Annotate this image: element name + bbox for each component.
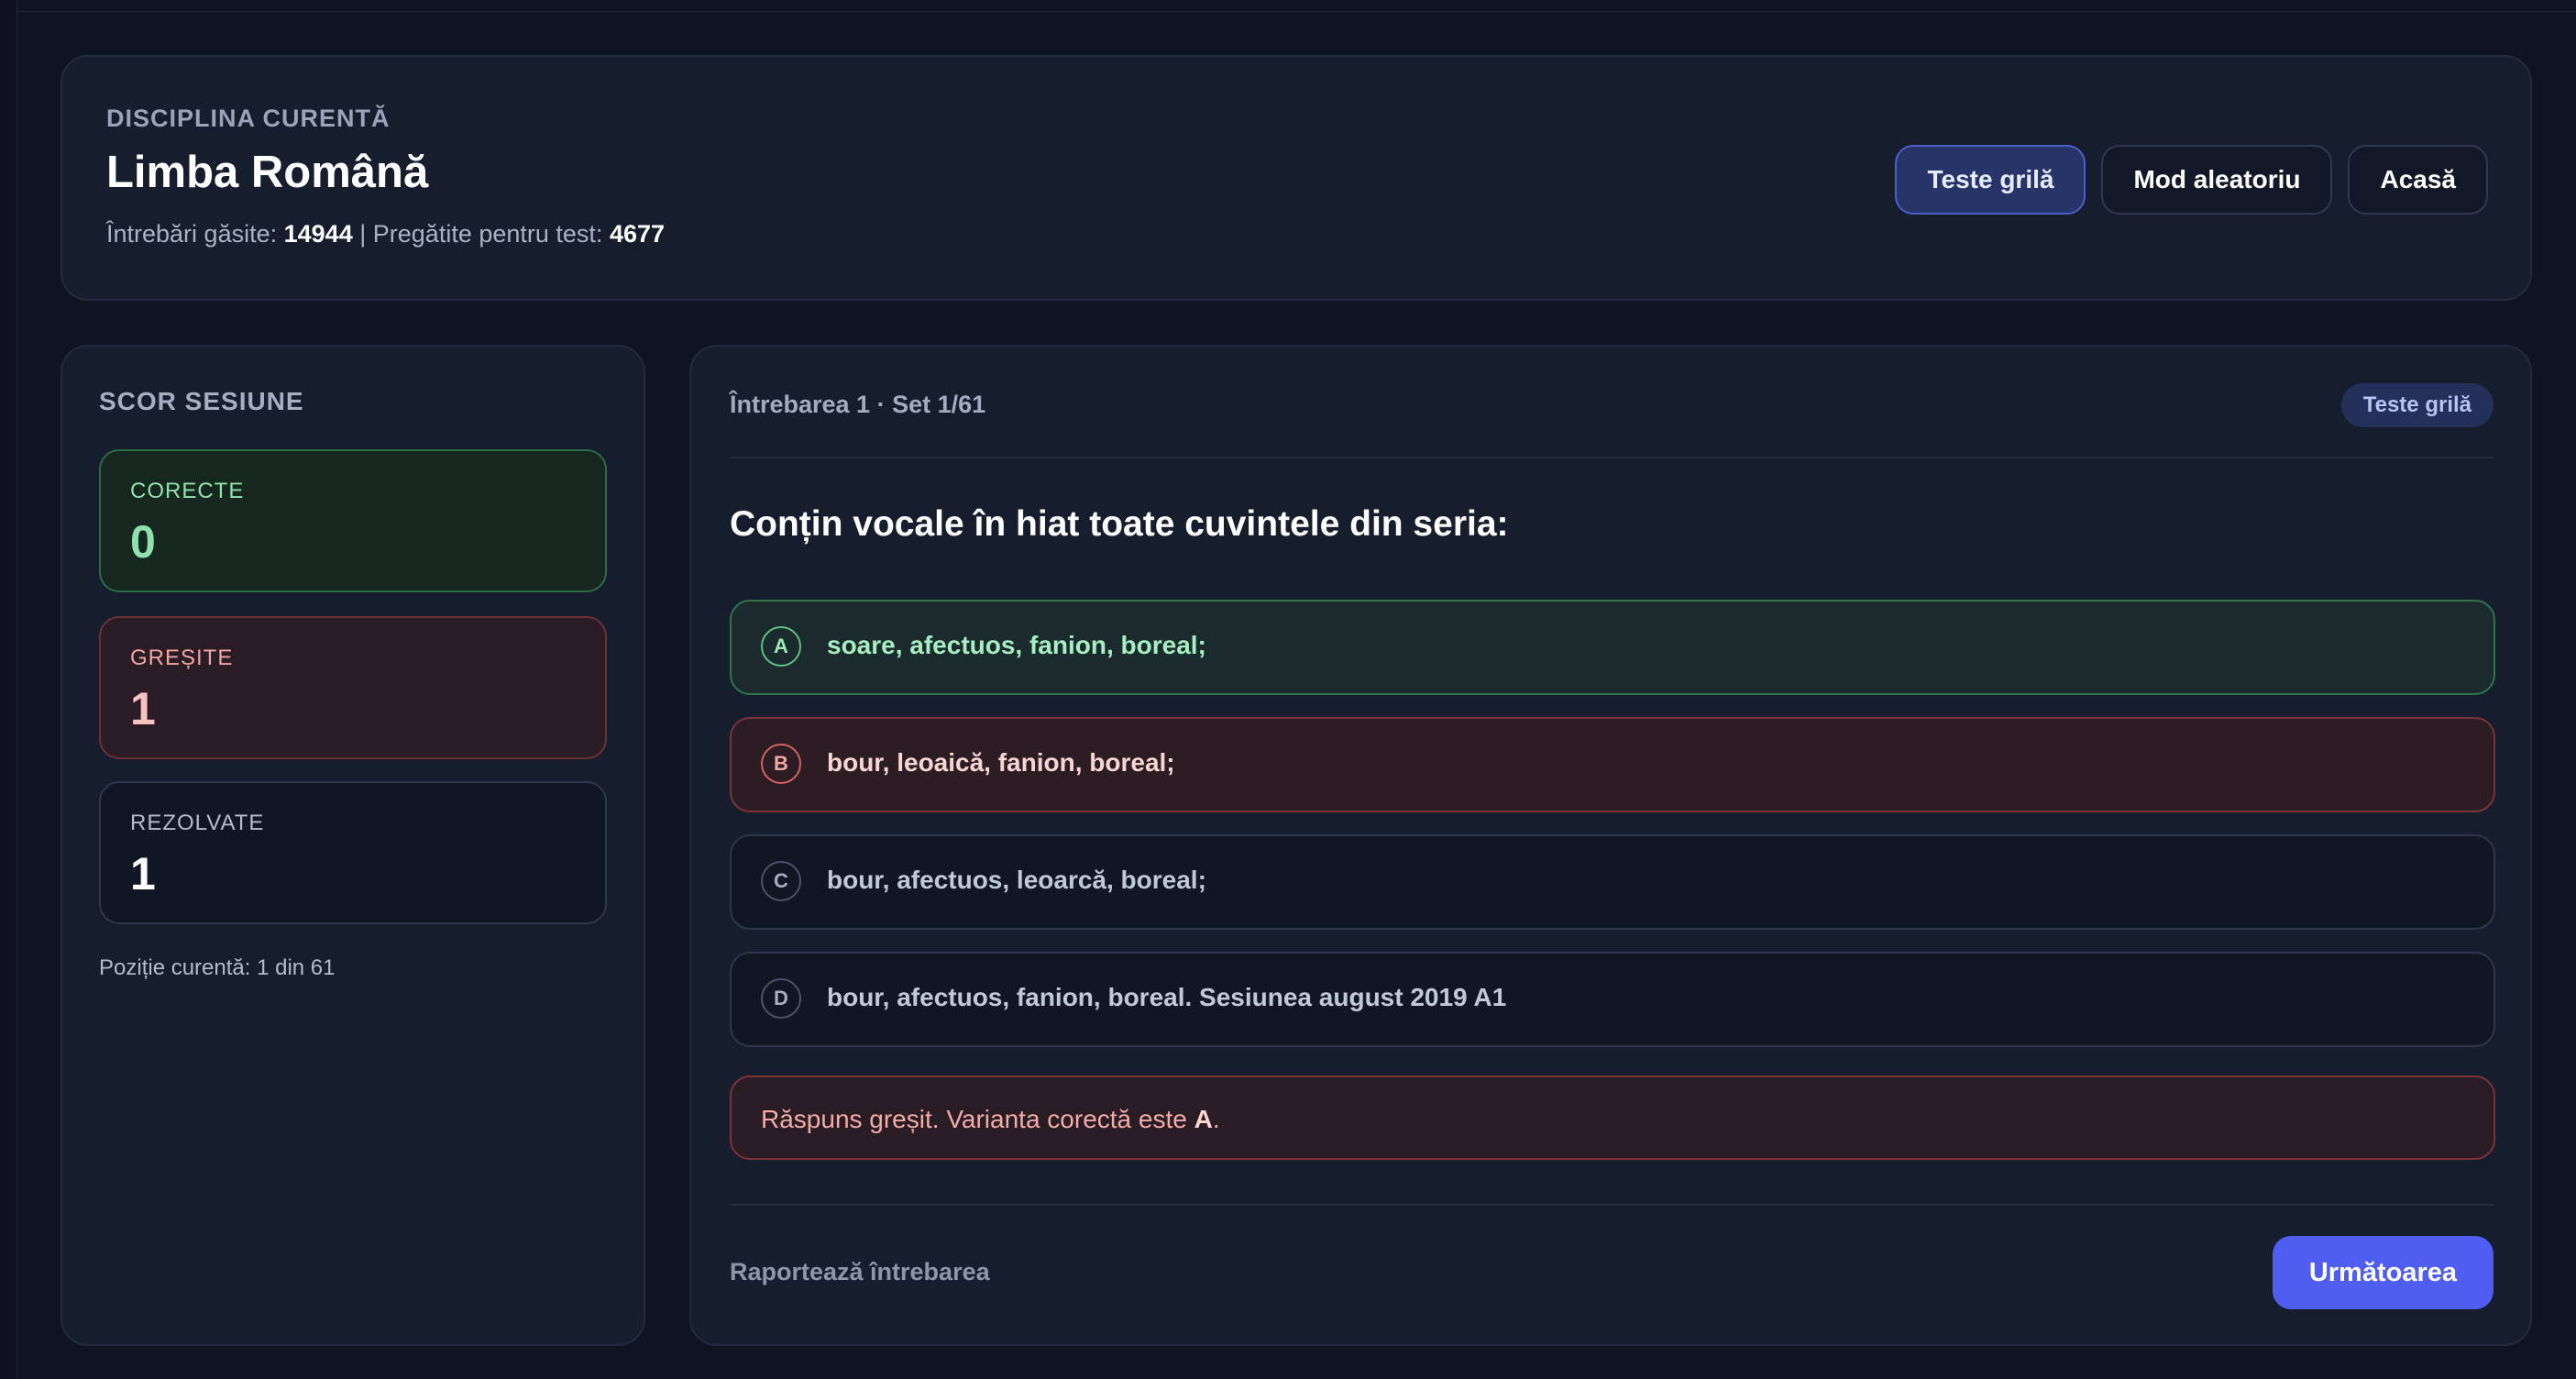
option-letter-c: C: [761, 861, 801, 901]
discipline-eyebrow: DISCIPLINA CURENTĂ: [106, 105, 391, 132]
window-left-edge: [0, 0, 17, 1379]
ready-label: Pregătite pentru test:: [372, 220, 603, 248]
wrong-label: GREȘITE: [130, 645, 234, 670]
option-text-a: soare, afectuos, fanion, boreal;: [827, 631, 1206, 659]
found-value: 14944: [283, 220, 353, 248]
current-position: Poziție curentă: 1 din 61: [99, 955, 336, 980]
wrong-count-box: GREȘITE 1: [99, 616, 607, 759]
footer-divider: [730, 1204, 2493, 1206]
stats-separator: |: [359, 220, 367, 248]
grid-tests-button[interactable]: Teste grilă: [1895, 145, 2086, 215]
question-card: Întrebarea 1 · Set 1/61 Teste grilă Conț…: [689, 345, 2532, 1346]
solved-label: REZOLVATE: [130, 811, 265, 835]
question-meta: Întrebarea 1 · Set 1/61: [730, 391, 986, 418]
wrong-value: 1: [130, 683, 156, 734]
found-label: Întrebări găsite:: [106, 220, 278, 248]
answer-option-d[interactable]: D bour, afectuos, fanion, boreal. Sesiun…: [730, 952, 2495, 1047]
solved-count-box: REZOLVATE 1: [99, 781, 607, 924]
answer-option-b[interactable]: B bour, leoaică, fanion, boreal;: [730, 717, 2495, 812]
question-divider: [730, 457, 2493, 458]
answer-feedback: Răspuns greșit. Varianta corectă este A.: [730, 1076, 2495, 1160]
score-title: SCOR SESIUNE: [99, 387, 304, 415]
discipline-header-card: DISCIPLINA CURENTĂ Limba Română Întrebăr…: [61, 55, 2532, 301]
window-top-edge: [17, 0, 2576, 12]
option-text-c: bour, afectuos, leoarcă, boreal;: [827, 866, 1206, 894]
discipline-title: Limba Română: [106, 148, 429, 197]
correct-label: CORECTE: [130, 479, 245, 503]
mode-buttons: Teste grilă Mod aleatoriu Acasă: [1895, 145, 2488, 215]
random-mode-button[interactable]: Mod aleatoriu: [2101, 145, 2333, 215]
option-text-d: bour, afectuos, fanion, boreal. Sesiunea…: [827, 983, 1507, 1011]
question-stats: Întrebări găsite: 14944 | Pregătite pent…: [106, 220, 665, 248]
feedback-end: .: [1212, 1105, 1220, 1133]
solved-value: 1: [130, 848, 156, 899]
report-question-link[interactable]: Raportează întrebarea: [730, 1258, 990, 1286]
option-text-b: bour, leoaică, fanion, boreal;: [827, 748, 1175, 777]
feedback-correct-answer: A: [1194, 1105, 1213, 1133]
feedback-text: Răspuns greșit. Varianta corectă este: [761, 1105, 1187, 1133]
option-letter-d: D: [761, 978, 801, 1019]
answer-option-a[interactable]: A soare, afectuos, fanion, boreal;: [730, 600, 2495, 695]
feedback-message: Răspuns greșit. Varianta corectă este A.: [761, 1105, 1220, 1134]
session-score-panel: SCOR SESIUNE CORECTE 0 GREȘITE 1 REZOLVA…: [61, 345, 645, 1346]
option-letter-a: A: [761, 626, 801, 667]
ready-value: 4677: [609, 220, 666, 248]
mode-badge: Teste grilă: [2340, 383, 2493, 427]
next-question-button[interactable]: Următoarea: [2272, 1236, 2493, 1309]
correct-count-box: CORECTE 0: [99, 449, 607, 592]
option-letter-b: B: [761, 744, 801, 784]
home-button[interactable]: Acasă: [2348, 145, 2488, 215]
correct-value: 0: [130, 516, 156, 568]
answer-option-c[interactable]: C bour, afectuos, leoarcă, boreal;: [730, 834, 2495, 930]
question-text: Conțin vocale în hiat toate cuvintele di…: [730, 504, 1509, 544]
